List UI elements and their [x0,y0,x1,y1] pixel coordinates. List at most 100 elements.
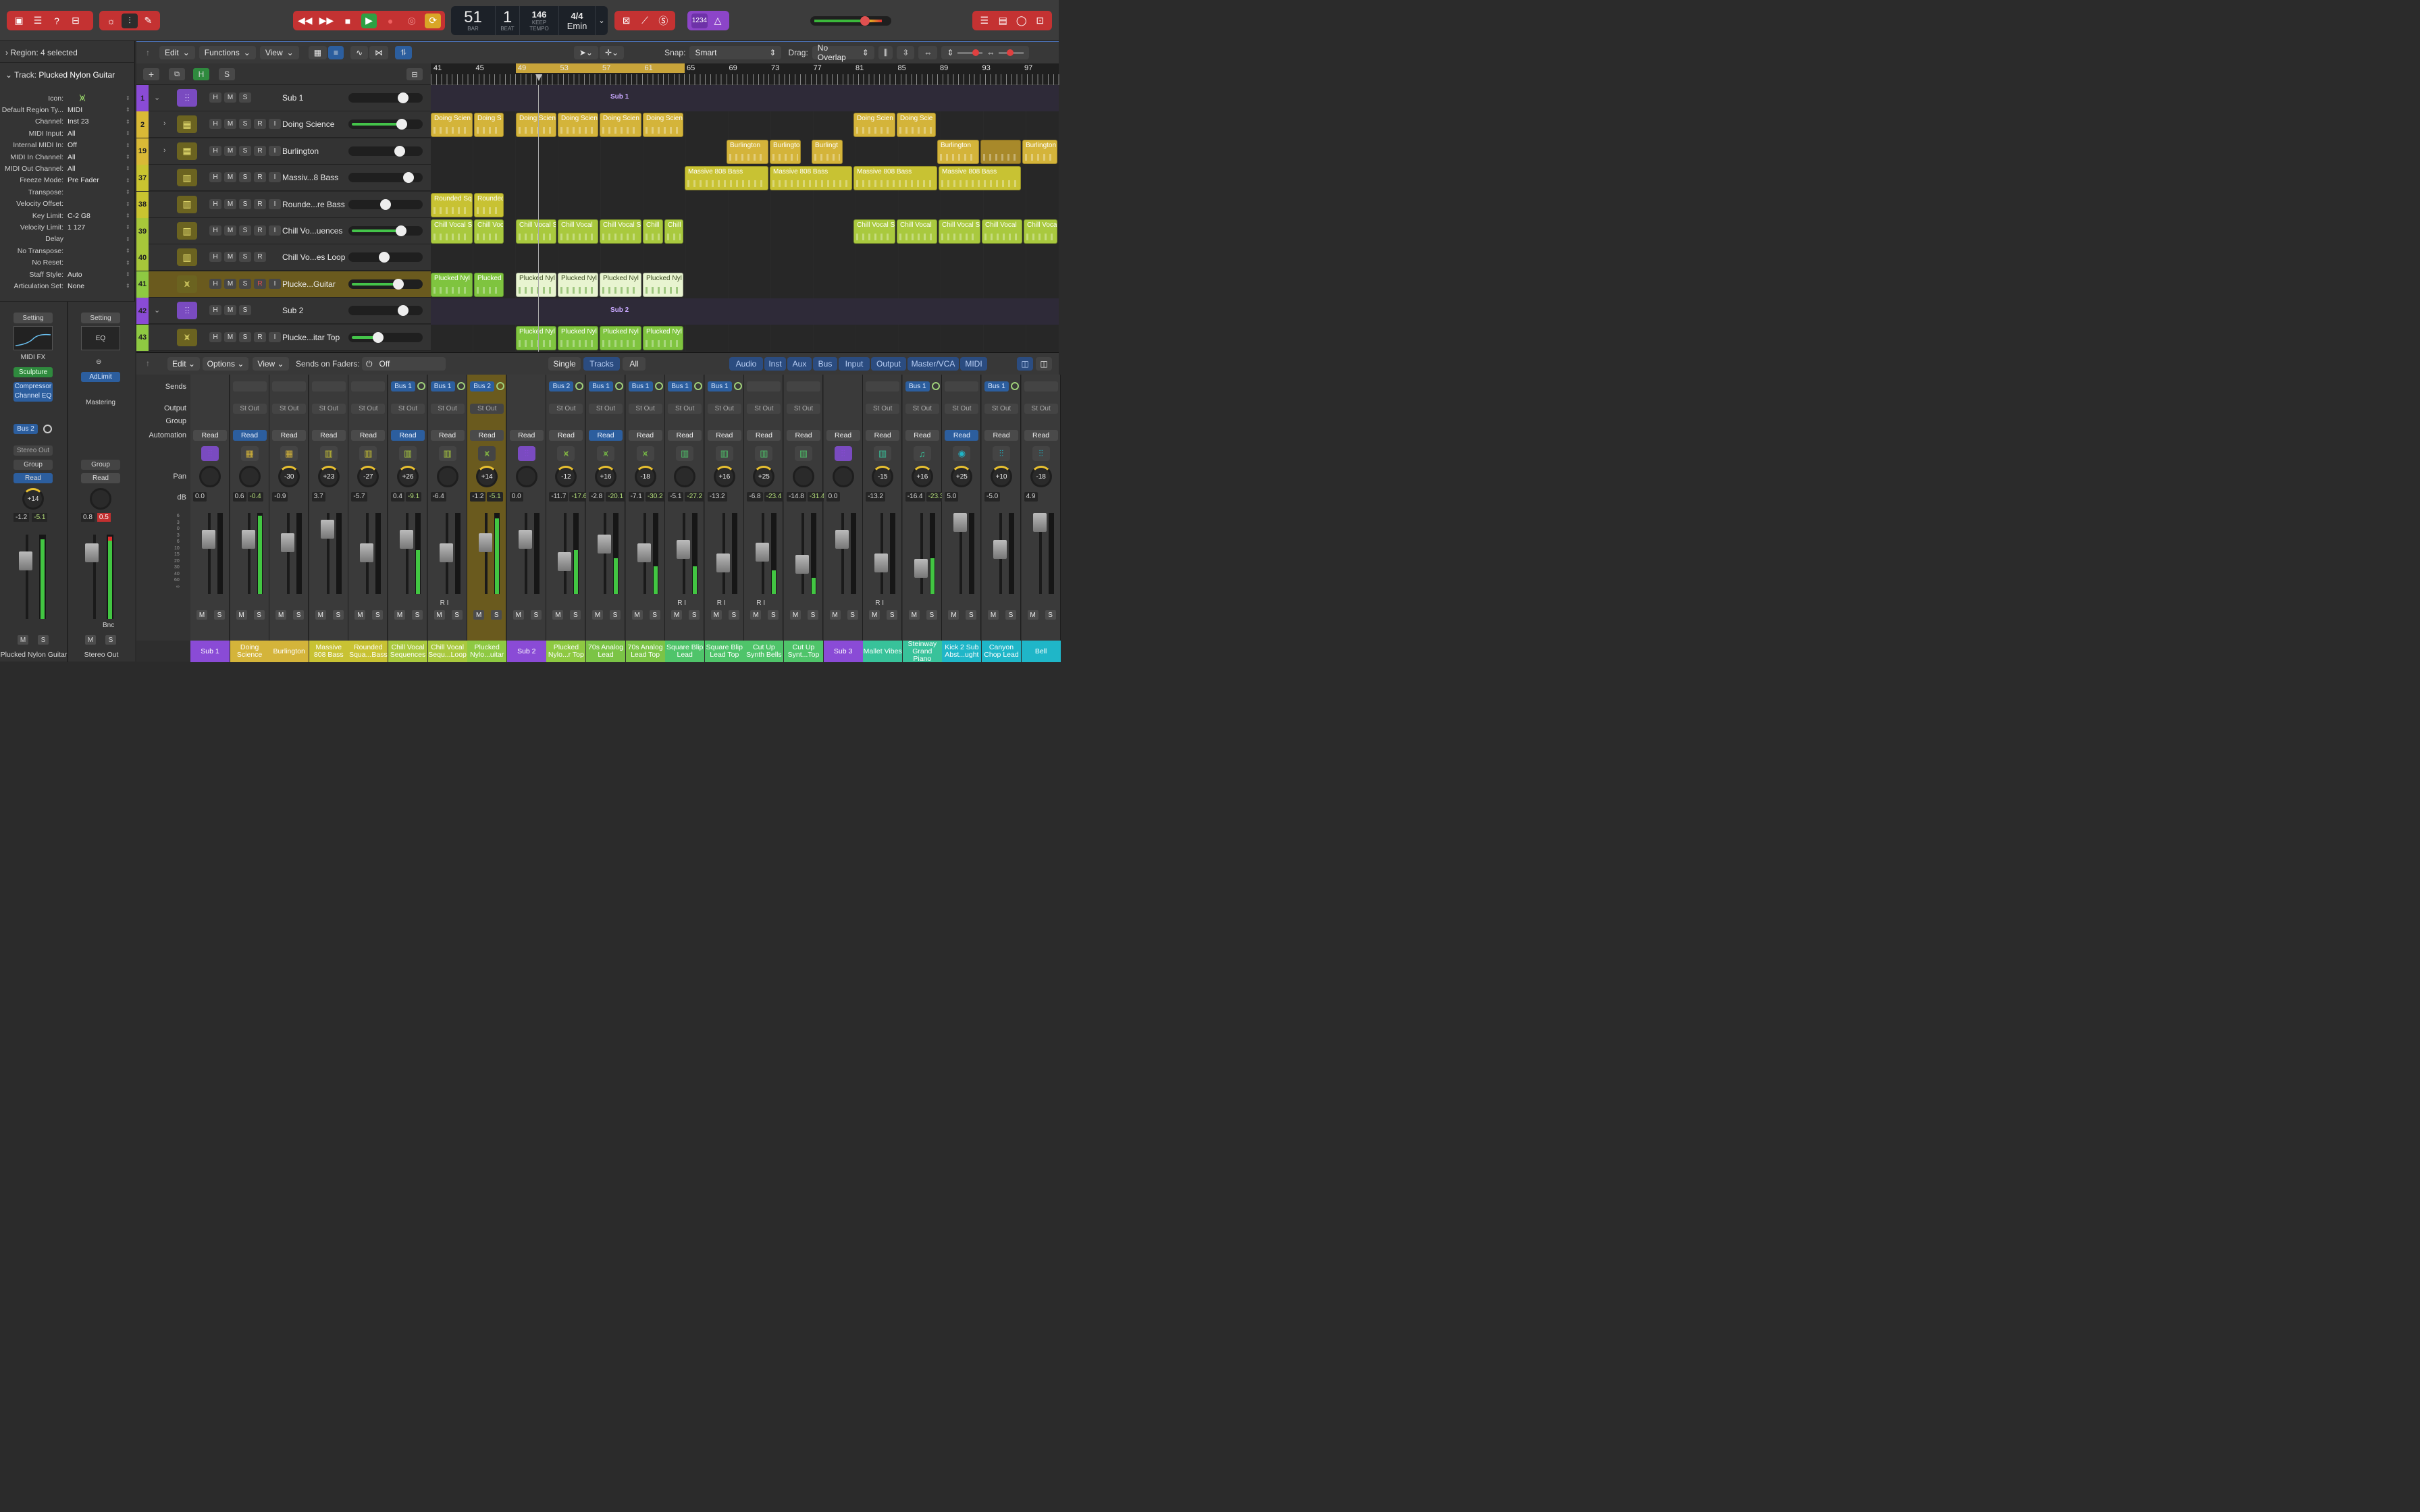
grid-view-icon[interactable]: ▦ [308,46,327,59]
track-header-row[interactable]: 38 ▥ H M S R I Rounde...re Bass [136,191,431,218]
setting-button-1[interactable]: Setting [14,313,53,323]
keyboard-icon[interactable]: ▥ [177,169,197,187]
record-input-buttons[interactable]: R I [440,599,449,607]
region[interactable]: Doing Scien [853,113,895,138]
region[interactable]: Plucked Nyl [600,325,641,350]
output-slot[interactable]: St Out [470,404,504,414]
mute-button[interactable]: M [473,610,485,620]
automation-mode[interactable]: Read [984,430,1018,441]
track-volume-slider[interactable] [348,278,423,290]
eq-thumbnail-2[interactable]: EQ [81,326,120,350]
send-slot[interactable]: Bus 1 [984,381,1009,392]
automation-mode[interactable]: Read [905,430,939,441]
send-slot[interactable]: Bus 1 [430,381,455,392]
solo-button[interactable]: S [847,610,858,620]
strip-name[interactable]: Bell [1021,641,1061,662]
fader-cap[interactable] [874,554,889,572]
sends-on-faders-select[interactable]: ⏻ Off [362,357,446,371]
inspector-row[interactable]: No Transpose: ⇕ [0,245,135,256]
empty-send-slot[interactable] [1024,381,1058,392]
fader-cap[interactable] [439,543,453,562]
pan-knob[interactable]: -18 [634,466,656,487]
notepad-icon[interactable]: ▤ [995,14,1011,28]
track-icon[interactable]: ⩙ [73,90,92,107]
pan-knob[interactable] [199,466,221,487]
track-r-button[interactable]: R [254,252,266,263]
metronome-icon[interactable]: △ [710,14,725,28]
fader-cap-1[interactable] [19,551,32,570]
track-m-button[interactable]: M [224,172,236,183]
fader-cap[interactable] [598,535,611,554]
single-view-tab[interactable]: Single [548,357,581,371]
play-icon[interactable]: ▶ [361,13,377,28]
region[interactable]: Burlingto [770,139,801,164]
pan-knob[interactable] [832,466,854,487]
fader-cap[interactable] [479,533,493,552]
filter-output-button[interactable]: Output [871,357,906,371]
group-slot-2[interactable]: Group [81,460,120,470]
track-h-button[interactable]: H [209,198,221,209]
help-icon[interactable]: ? [49,14,65,28]
send-knob-icon[interactable] [694,382,703,390]
send-knob-icon[interactable] [733,382,742,390]
track-h-button[interactable]: H [209,278,221,289]
fader-cap-2[interactable] [85,543,99,562]
strip-name[interactable]: Doing Science [230,641,269,662]
region[interactable]: Plucked Nyl [643,272,683,297]
fader-cap[interactable] [637,543,651,562]
inspector-row[interactable]: Velocity Limit: 1 127 ⇕ [0,221,135,233]
pan-knob[interactable]: +14 [476,466,498,487]
mute-button[interactable]: M [671,610,683,620]
region[interactable]: Burlington [727,139,768,164]
low-latency-icon[interactable]: ⊠ [619,14,634,28]
region[interactable]: Massive 808 Bass [939,166,1021,191]
region[interactable]: Chill Vocal S [600,219,641,244]
pan-knob[interactable]: +23 [317,466,340,487]
audio-fx-mastering[interactable]: Mastering [81,398,120,408]
track-m-button[interactable]: M [224,92,236,103]
strip-name[interactable]: Square Blip Lead Top [704,641,744,662]
filter-inst-button[interactable]: Inst [764,357,786,371]
inspector-row[interactable]: Key Limit: C-2 G8 ⇕ [0,210,135,221]
mute-button-strip2[interactable]: M [85,635,96,645]
automation-mode[interactable]: Read [549,430,583,441]
master-volume-slider[interactable] [810,16,891,26]
inspector-row[interactable]: Icon: ⇕ [0,92,135,104]
pan-knob[interactable]: -12 [555,466,577,487]
region[interactable]: Chill [664,219,683,244]
solo-button[interactable]: S [728,610,739,620]
region[interactable]: Chill Vocal [558,219,598,244]
drag-select[interactable]: No Overlap ⇕ [812,43,874,62]
cycle-icon[interactable]: ⟳ [425,13,442,28]
automation-mode[interactable]: Read [311,430,346,441]
automation-mode[interactable]: Read [351,430,386,441]
output-slot[interactable]: St Out [984,404,1018,414]
disclosure-right-icon[interactable]: › [163,146,166,155]
audio-fx-adlimit[interactable]: AdLimit [81,372,120,382]
region[interactable]: Chill Vocal S [853,219,895,244]
fader-cap[interactable] [202,530,215,549]
pan-knob[interactable] [793,466,814,487]
region[interactable]: Rounded Sq [431,192,473,217]
output-slot[interactable]: St Out [628,404,662,414]
track-h-button[interactable]: H [209,172,221,183]
solo-button[interactable]: S [926,610,937,620]
pan-knob[interactable] [238,466,261,487]
track-m-button[interactable]: M [224,252,236,263]
harp-icon[interactable]: ⩙ [177,328,197,346]
output-slot[interactable]: St Out [1024,404,1058,414]
mixer-options-menu[interactable]: Options ⌄ [203,357,248,371]
output-slot[interactable]: St Out [232,404,267,414]
region[interactable]: Chill Vocal S [939,219,980,244]
fader-cap[interactable] [677,540,691,559]
solo-button[interactable]: S [966,610,977,620]
solo-button[interactable]: S [530,610,542,620]
send-knob-icon[interactable] [931,382,940,390]
track-i-button[interactable]: I [269,198,281,209]
strip-name[interactable]: 70s Analog Lead [586,641,625,662]
duplicate-track-icon[interactable]: ⧉ [169,68,185,80]
send-knob-icon[interactable] [1011,382,1019,390]
waveform-icon[interactable]: ⫶⫶ [177,302,197,320]
replace-icon[interactable]: ◎ [404,14,420,28]
output-slot[interactable]: St Out [787,404,820,414]
